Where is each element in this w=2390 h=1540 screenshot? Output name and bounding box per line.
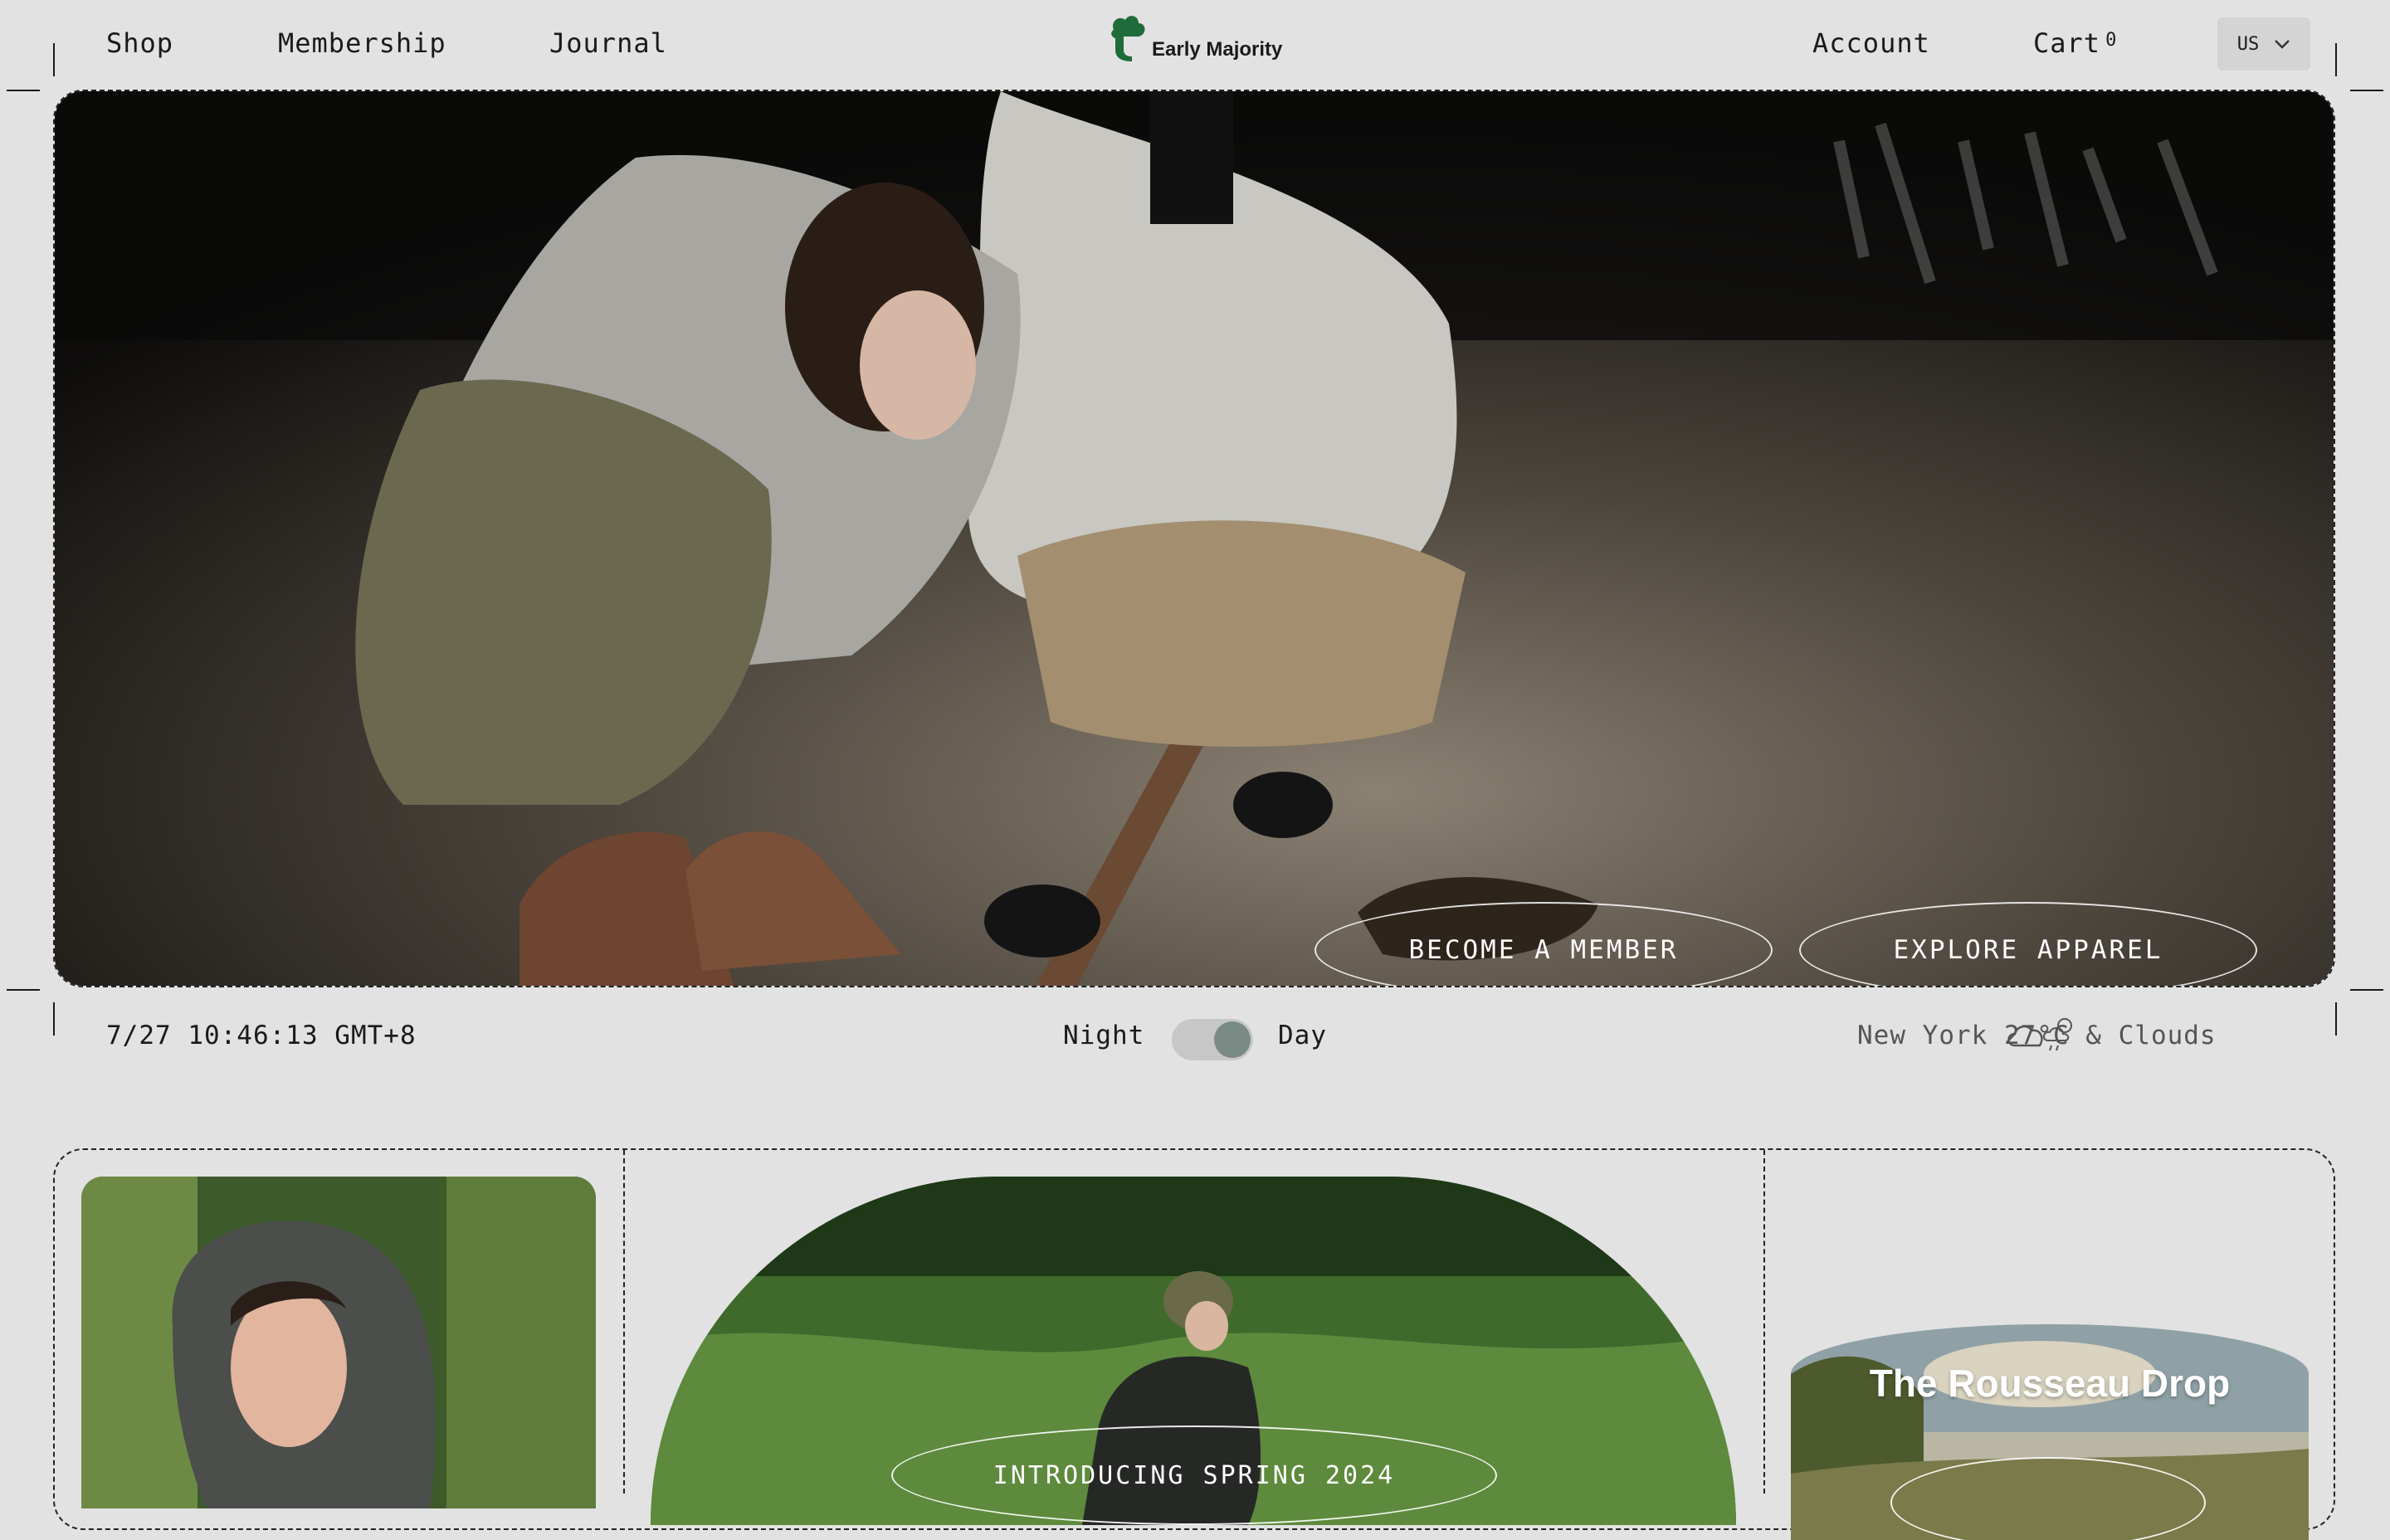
- corner-tick: [2350, 989, 2383, 991]
- locale-selector[interactable]: US: [2217, 17, 2310, 71]
- toggle-knob: [1214, 1021, 1251, 1058]
- corner-tick: [7, 90, 40, 91]
- hero-photo: [55, 91, 2334, 986]
- chevron-down-icon: [2275, 40, 2290, 49]
- cart-count: 0: [2105, 30, 2118, 51]
- grid-divider: [1763, 1150, 1765, 1494]
- lookbook-card[interactable]: [81, 1177, 596, 1508]
- rousseau-drop-pill: [1890, 1457, 2206, 1540]
- brand-logo[interactable]: Early Majority: [1109, 13, 1282, 63]
- hero-banner: BECOME A MEMBER EXPLORE APPAREL: [53, 90, 2335, 987]
- brand-name: Early Majority: [1152, 38, 1283, 61]
- corner-tick: [7, 989, 40, 991]
- corner-tick: [2335, 43, 2337, 76]
- grid-divider: [623, 1150, 625, 1494]
- local-datetime: 7/27 10:46:13 GMT+8: [106, 1021, 417, 1050]
- night-label: Night: [1063, 1021, 1145, 1050]
- cart-label: Cart: [2033, 27, 2101, 59]
- cart-link[interactable]: Cart 0: [2033, 27, 2117, 59]
- nav-journal[interactable]: Journal: [549, 27, 667, 59]
- lookbook-photo: [81, 1177, 596, 1508]
- spring-2024-label: INTRODUCING SPRING 2024: [891, 1425, 1497, 1525]
- corner-tick: [53, 43, 55, 76]
- locale-value: US: [2236, 33, 2260, 55]
- account-link[interactable]: Account: [1812, 27, 1930, 59]
- nav-shop[interactable]: Shop: [106, 27, 173, 59]
- corner-tick: [2350, 90, 2383, 91]
- rousseau-drop-title: The Rousseau Drop: [1869, 1362, 2231, 1405]
- mushroom-logo-icon: [1111, 16, 1145, 61]
- day-label: Day: [1278, 1021, 1327, 1050]
- nav-membership[interactable]: Membership: [278, 27, 446, 59]
- rousseau-drop-card[interactable]: The Rousseau Drop: [1791, 1324, 2309, 1540]
- weather-readout: New York 27°C & Clouds: [1857, 1018, 2217, 1051]
- day-night-toggle[interactable]: [1172, 1019, 1253, 1060]
- corner-tick: [53, 1002, 55, 1036]
- corner-tick: [2335, 1002, 2337, 1036]
- sun-cloud-rain-icon: [2043, 1018, 2072, 1051]
